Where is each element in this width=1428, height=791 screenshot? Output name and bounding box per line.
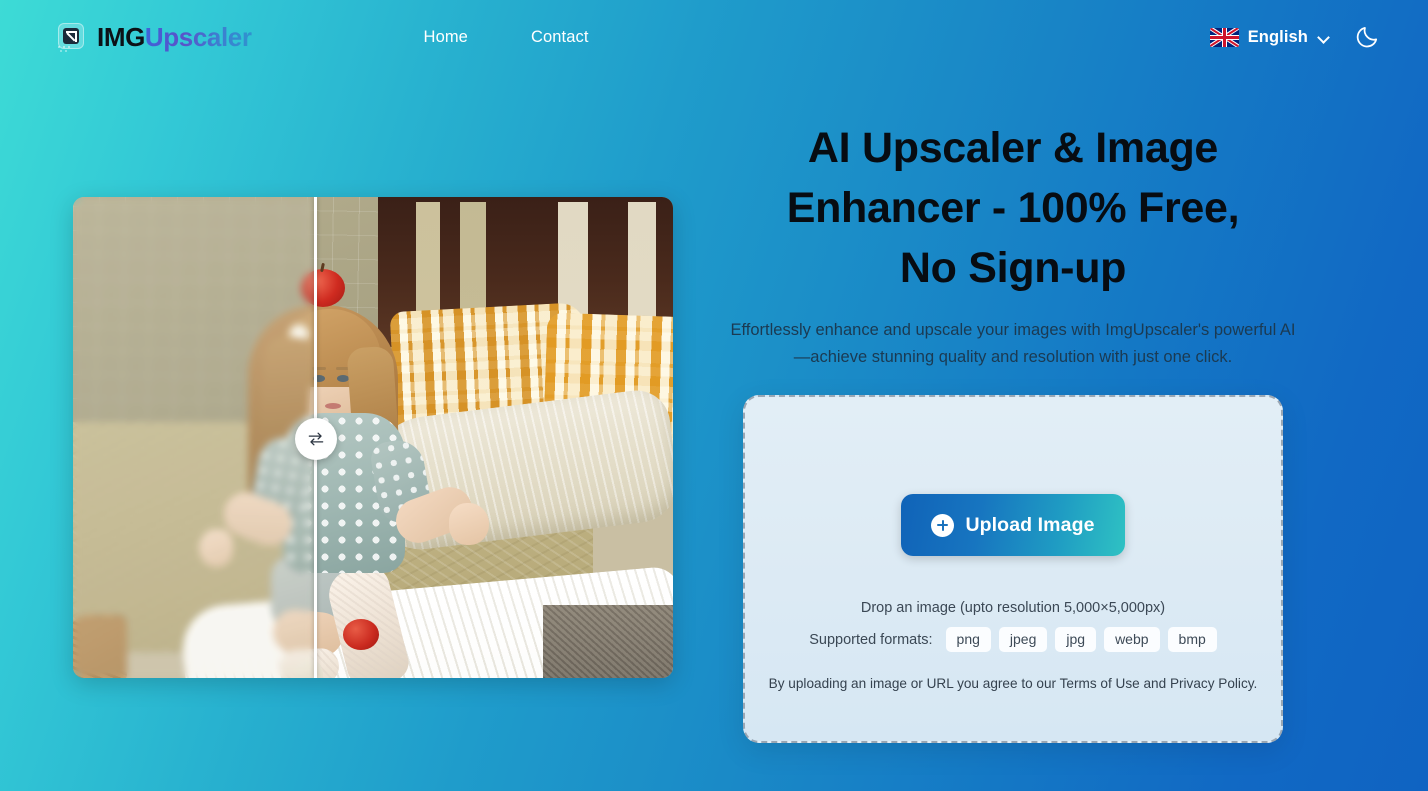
format-badge-jpg: jpg [1055, 627, 1097, 653]
legal-and: and [1139, 676, 1170, 692]
hero-section: AI Upscaler & Image Enhancer - 100% Free… [718, 118, 1308, 743]
brand-wordmark: IMGUpscaler [97, 24, 252, 50]
upload-image-button[interactable]: Upload Image [901, 494, 1125, 556]
page-root: IMGUpscaler Home Contact English AI Upsc… [0, 0, 1428, 791]
format-badge-bmp: bmp [1167, 627, 1217, 653]
format-badge-png: png [945, 627, 991, 653]
brand-text-img: IMG [97, 22, 145, 52]
comparison-photo [73, 197, 673, 678]
main-nav: Home Contact [424, 28, 589, 47]
swap-arrows-icon[interactable] [294, 417, 337, 460]
legal-suffix: . [1253, 676, 1258, 692]
supported-formats-label: Supported formats: [809, 631, 933, 648]
before-after-comparison[interactable] [73, 197, 673, 678]
uk-flag-icon [1209, 27, 1239, 47]
site-header: IMGUpscaler Home Contact English [0, 0, 1428, 74]
terms-of-use-link[interactable]: Terms of Use [1060, 676, 1140, 691]
plus-circle-icon [931, 513, 955, 537]
language-label: English [1247, 27, 1308, 46]
format-badge-jpeg: jpeg [998, 627, 1048, 653]
upload-dropzone[interactable]: Upload Image Drop an image (upto resolut… [743, 395, 1283, 743]
brand-logo[interactable]: IMGUpscaler [56, 22, 252, 53]
image-expand-icon [56, 22, 86, 53]
page-title: AI Upscaler & Image Enhancer - 100% Free… [786, 124, 1240, 292]
drop-hint-text: Drop an image (upto resolution 5,000×5,0… [860, 600, 1166, 616]
upload-button-label: Upload Image [965, 513, 1095, 536]
supported-formats-row: Supported formats: png jpeg jpg webp bmp [809, 627, 1217, 653]
brand-text-upscaler: Upscaler [144, 22, 252, 52]
header-actions: English [1209, 24, 1380, 50]
privacy-policy-link[interactable]: Privacy Policy [1170, 676, 1254, 691]
chevron-down-icon [1319, 32, 1330, 43]
legal-notice: By uploading an image or URL you agree t… [769, 676, 1258, 691]
nav-link-home[interactable]: Home [424, 28, 468, 47]
legal-prefix: By uploading an image or URL you agree t… [768, 676, 1060, 692]
format-badge-webp: webp [1104, 627, 1160, 653]
hero-subtitle: Effortlessly enhance and upscale your im… [730, 321, 1296, 366]
moon-icon[interactable] [1354, 24, 1380, 50]
language-selector[interactable]: English [1209, 27, 1330, 47]
nav-link-contact[interactable]: Contact [531, 28, 589, 47]
